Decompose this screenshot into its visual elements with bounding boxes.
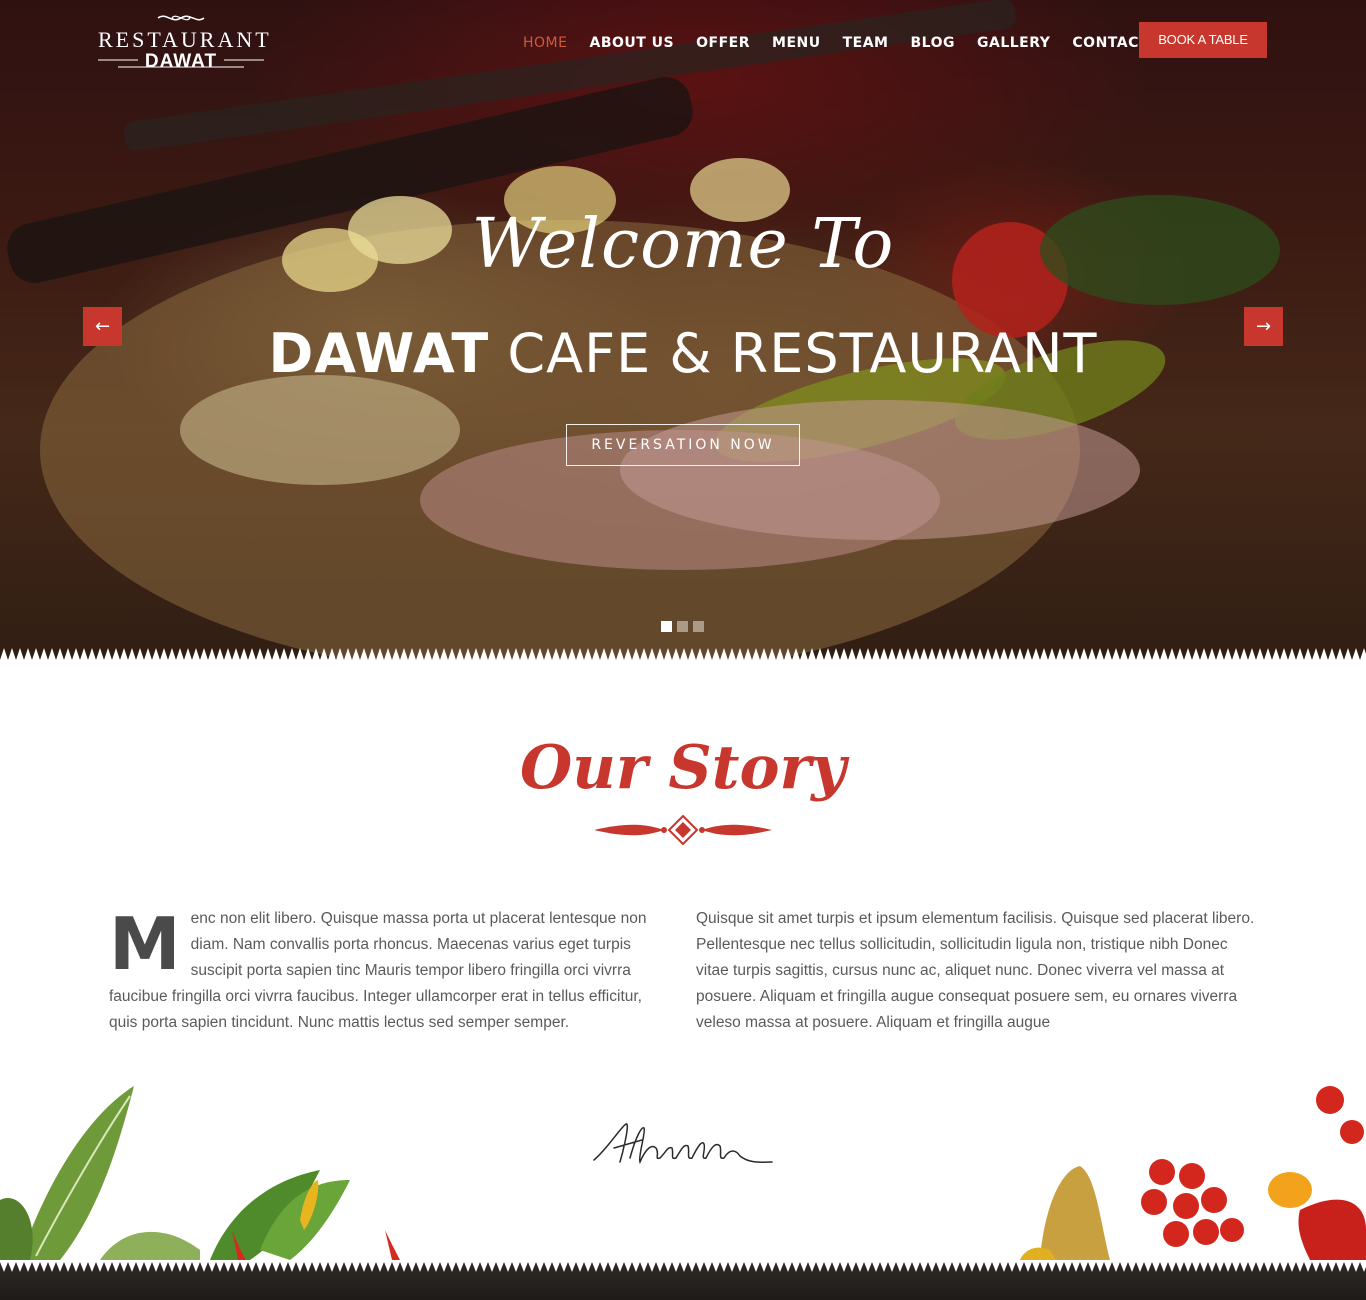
slider-pagination bbox=[661, 621, 704, 632]
nav-gallery[interactable]: GALLERY bbox=[966, 33, 1061, 53]
story-text-right: Quisque sit amet turpis et ipsum element… bbox=[696, 906, 1256, 1036]
logo-text-bottom: DAWAT bbox=[144, 51, 218, 72]
hero-slider: RESTAURANT DAWAT HOME ABOUT US OFFER MEN… bbox=[0, 0, 1366, 660]
arrow-left-icon: ← bbox=[94, 316, 111, 337]
hero-title-strong: DAWAT bbox=[268, 322, 490, 385]
hero-title-light: CAFE & RESTAURANT bbox=[507, 322, 1098, 385]
vegetables-right-image bbox=[1020, 1086, 1366, 1260]
logo-text-top: RESTAURANT bbox=[98, 27, 272, 52]
hero-title: DAWAT CAFE & RESTAURANT bbox=[0, 322, 1366, 385]
site-logo[interactable]: RESTAURANT DAWAT bbox=[98, 10, 272, 72]
title-ornament-icon bbox=[594, 815, 772, 845]
slider-dot-3[interactable] bbox=[693, 621, 704, 632]
nav-offer[interactable]: OFFER bbox=[685, 33, 761, 53]
book-table-button[interactable]: BOOK A TABLE bbox=[1139, 22, 1267, 58]
nav-about-us[interactable]: ABOUT US bbox=[578, 33, 685, 53]
story-text-left: M enc non elit libero. Quisque massa por… bbox=[109, 906, 669, 1036]
story-title: Our Story bbox=[520, 733, 846, 803]
slider-prev-button[interactable]: ← bbox=[83, 307, 122, 346]
nav-blog[interactable]: BLOG bbox=[900, 33, 967, 53]
main-nav: HOME ABOUT US OFFER MENU TEAM BLOG GALLE… bbox=[512, 33, 1160, 53]
slider-dot-2[interactable] bbox=[677, 621, 688, 632]
story-dropcap: M bbox=[109, 902, 181, 986]
hero-zigzag-divider bbox=[0, 648, 1366, 660]
slider-dot-1[interactable] bbox=[661, 621, 672, 632]
story-paragraph-right: Quisque sit amet turpis et ipsum element… bbox=[696, 910, 1255, 1031]
nav-team[interactable]: TEAM bbox=[832, 33, 900, 53]
nav-menu[interactable]: MENU bbox=[761, 33, 832, 53]
signature-image bbox=[593, 1123, 773, 1165]
reservation-button[interactable]: REVERSATION NOW bbox=[566, 424, 800, 466]
footer-zigzag-divider bbox=[0, 1262, 1366, 1272]
hero-welcome-text: Welcome To bbox=[471, 205, 895, 284]
slider-next-button[interactable]: → bbox=[1244, 307, 1283, 346]
story-paragraph-left: enc non elit libero. Quisque massa porta… bbox=[109, 910, 647, 1031]
vegetables-left-image bbox=[0, 1086, 400, 1260]
nav-home[interactable]: HOME bbox=[512, 33, 578, 53]
arrow-right-icon: → bbox=[1255, 316, 1272, 337]
